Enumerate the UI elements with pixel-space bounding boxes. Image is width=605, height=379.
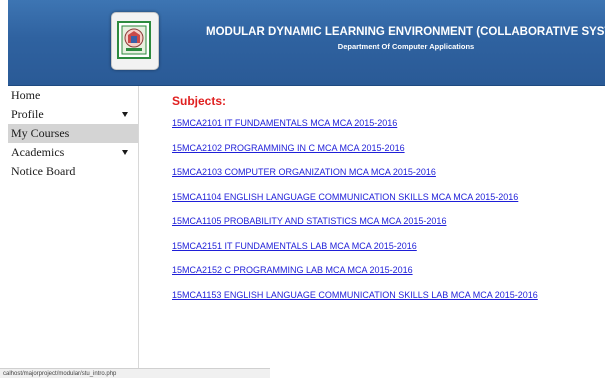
app-title: MODULAR DYNAMIC LEARNING ENVIRONMENT (CO… [206,26,605,38]
institution-logo[interactable] [111,12,159,70]
subjects-heading: Subjects: [172,94,227,108]
course-link[interactable]: 15MCA1104 ENGLISH LANGUAGE COMMUNICATION… [172,192,602,217]
department-subtitle: Department Of Computer Applications [337,42,475,51]
sidebar-nav: Home Profile My Courses Academics Notice… [8,86,139,370]
sidebar-item-label: Academics [11,145,65,159]
course-link[interactable]: 15MCA2152 C PROGRAMMING LAB MCA MCA 2015… [172,265,602,290]
status-bar-url: calhost/majorproject/modular/stu_intro.p… [0,368,270,378]
course-link[interactable]: 15MCA2151 IT FUNDAMENTALS LAB MCA MCA 20… [172,241,602,266]
institution-seal-icon [117,21,151,59]
sidebar-item-label: My Courses [11,126,70,140]
sidebar-item-my-courses[interactable]: My Courses [8,124,138,143]
sidebar-item-profile[interactable]: Profile [8,105,138,124]
sidebar-item-label: Notice Board [11,164,76,178]
course-link[interactable]: 15MCA2103 COMPUTER ORGANIZATION MCA MCA … [172,167,602,192]
main-content: Subjects: 15MCA2101 IT FUNDAMENTALS MCA … [172,94,602,314]
course-link[interactable]: 15MCA1105 PROBABILITY AND STATISTICS MCA… [172,216,602,241]
course-link[interactable]: 15MCA2102 PROGRAMMING IN C MCA MCA 2015-… [172,143,602,168]
caret-down-icon [122,112,128,117]
course-link[interactable]: 15MCA1153 ENGLISH LANGUAGE COMMUNICATION… [172,290,602,315]
sidebar-item-label: Profile [11,107,44,121]
sidebar-item-academics[interactable]: Academics [8,143,138,162]
sidebar-item-label: Home [11,88,41,102]
header-banner: MODULAR DYNAMIC LEARNING ENVIRONMENT (CO… [8,0,605,86]
sidebar-item-home[interactable]: Home [8,86,138,105]
sidebar-item-notice-board[interactable]: Notice Board [8,162,138,181]
caret-down-icon [122,150,128,155]
course-link[interactable]: 15MCA2101 IT FUNDAMENTALS MCA MCA 2015-2… [172,118,602,143]
